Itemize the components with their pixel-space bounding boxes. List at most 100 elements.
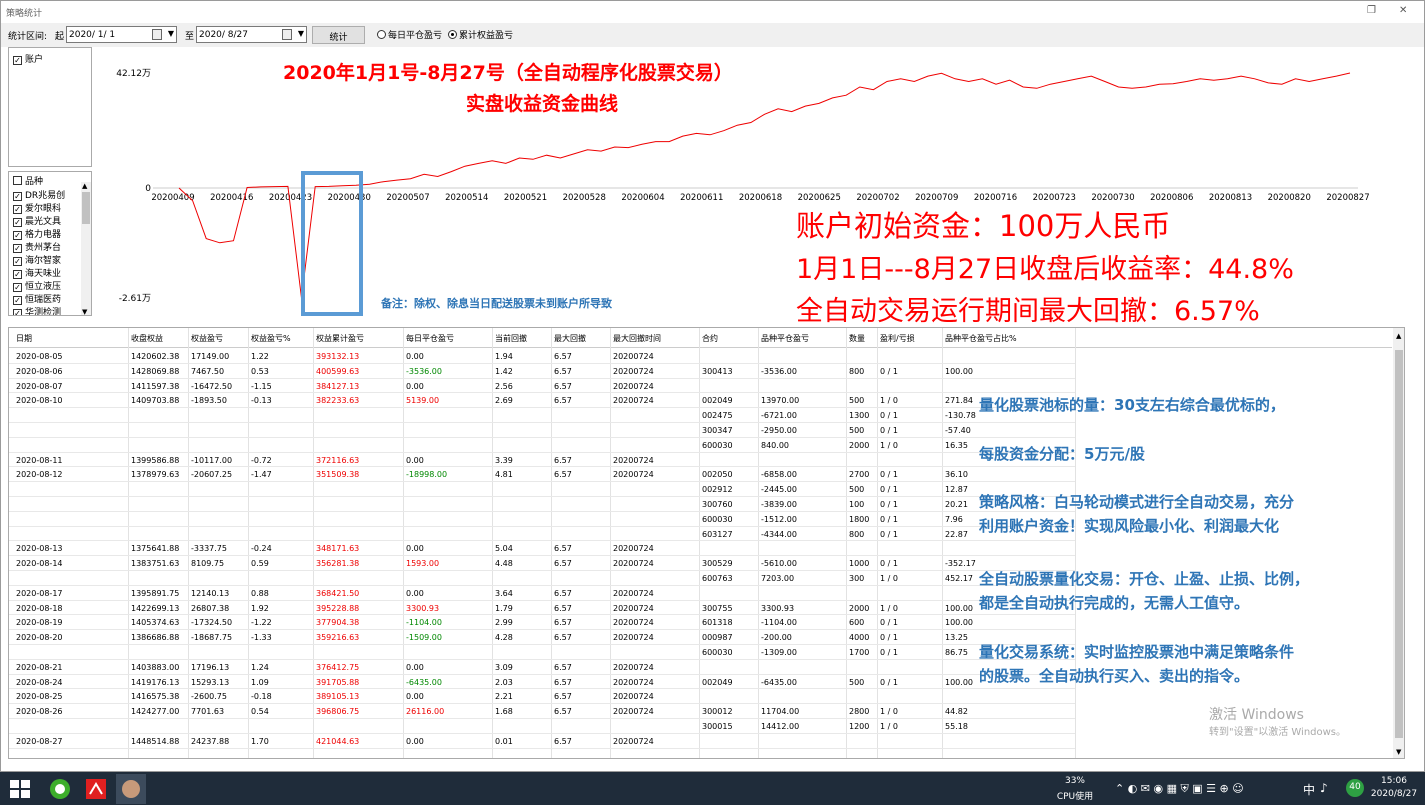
scroll-thumb[interactable] xyxy=(1395,350,1403,738)
column-header[interactable]: 品种平仓盈亏 xyxy=(761,333,809,344)
table-row[interactable]: 2020-08-20 1386686.88 -18687.75 -1.33 359216… xyxy=(9,630,1075,645)
table-row[interactable]: 2020-08-17 1395891.75 12140.13 0.88 368421.5… xyxy=(9,586,1075,601)
product-item[interactable]: ✓ 爱尔眼科 xyxy=(13,201,61,214)
column-header[interactable]: 权益盈亏 xyxy=(191,333,223,344)
notification-badge[interactable]: 40 xyxy=(1346,779,1364,797)
table-row[interactable]: 2020-08-14 1383751.63 8109.75 0.59 356281.38… xyxy=(9,556,1075,571)
table-cell: -4344.00 xyxy=(761,529,797,539)
column-header[interactable]: 合约 xyxy=(702,333,718,344)
checkbox-checked-icon[interactable]: ✓ xyxy=(13,244,22,253)
windows-start-icon[interactable] xyxy=(8,777,32,801)
table-row[interactable]: 2020-08-18 1422699.13 26807.38 1.92 395228.8… xyxy=(9,601,1075,616)
end-date-value: 2020/ 8/27 xyxy=(199,30,249,40)
product-item[interactable]: ✓ 恒立液压 xyxy=(13,279,61,292)
radio-cum-pnl[interactable]: 累计权益盈亏 xyxy=(448,28,513,41)
table-scrollbar[interactable]: ▲ ▼ xyxy=(1393,328,1404,758)
radio-daily-pnl[interactable]: 每日平仓盈亏 xyxy=(377,28,442,41)
checkbox-checked-icon[interactable]: ✓ xyxy=(13,231,22,240)
column-header[interactable]: 品种平仓盈亏占比% xyxy=(945,333,1017,344)
column-header[interactable]: 日期 xyxy=(16,333,32,344)
table-row[interactable]: 600030 840.00 2000 1 / 0 16.35 xyxy=(9,438,1075,453)
column-header[interactable]: 盈利/亏损 xyxy=(880,333,915,344)
checkbox-checked-icon[interactable]: ✓ xyxy=(13,283,22,292)
trading-app-icon[interactable] xyxy=(84,777,108,801)
table-row[interactable]: 2020-08-19 1405374.63 -17324.50 -1.22 377904… xyxy=(9,615,1075,630)
calendar-icon[interactable] xyxy=(152,29,162,40)
table-row[interactable]: 2020-08-12 1378979.63 -20607.25 -1.47 351509… xyxy=(9,467,1075,482)
column-header[interactable]: 最大回撤 xyxy=(554,333,586,344)
product-scrollbar[interactable]: ▲ ▼ xyxy=(81,182,91,315)
column-header[interactable]: 每日平仓盈亏 xyxy=(406,333,454,344)
end-date-picker[interactable]: 2020/ 8/27 ▼ xyxy=(196,26,307,43)
product-item[interactable]: ✓ 海天味业 xyxy=(13,266,61,279)
active-app-icon[interactable] xyxy=(116,774,146,804)
checkbox-checked-icon[interactable]: ✓ xyxy=(13,257,22,266)
column-header[interactable]: 权益盈亏% xyxy=(251,333,291,344)
checkbox-checked-icon[interactable]: ✓ xyxy=(13,270,22,279)
table-row[interactable]: 300347 -2950.00 500 0 / 1 -57.40 xyxy=(9,423,1075,438)
checkbox-checked-icon[interactable]: ✓ xyxy=(13,309,22,315)
account-item[interactable]: ✓ 账户 xyxy=(13,52,43,65)
table-cell: 368421.50 xyxy=(316,588,360,598)
column-header[interactable]: 收盘权益 xyxy=(131,333,163,344)
table-row[interactable]: 600030 -1309.00 1700 0 / 1 86.75 xyxy=(9,645,1075,660)
checkbox-checked-icon[interactable]: ✓ xyxy=(13,56,22,65)
checkbox-icon[interactable] xyxy=(13,176,22,185)
checkbox-checked-icon[interactable]: ✓ xyxy=(13,296,22,305)
table-row[interactable]: 2020-08-26 1424277.00 7701.63 0.54 396806.75… xyxy=(9,704,1075,719)
browser-icon[interactable] xyxy=(48,777,72,801)
table-row[interactable]: 2020-08-13 1375641.88 -3337.75 -0.24 348171.… xyxy=(9,541,1075,556)
table-cell: 2020-08-21 xyxy=(16,662,63,672)
column-header[interactable]: 当前回撤 xyxy=(495,333,527,344)
product-item[interactable]: ✓ 恒瑞医药 xyxy=(13,292,61,305)
scroll-up-icon[interactable]: ▲ xyxy=(82,182,87,190)
table-row[interactable]: 600030 -1512.00 1800 0 / 1 7.96 xyxy=(9,512,1075,527)
table-row[interactable]: 2020-08-24 1419176.13 15293.13 1.09 391705.8… xyxy=(9,675,1075,690)
column-header[interactable]: 数量 xyxy=(849,333,865,344)
table-row[interactable]: 2020-08-21 1403883.00 17196.13 1.24 376412.7… xyxy=(9,660,1075,675)
restore-icon[interactable]: ❐ xyxy=(1367,5,1376,16)
product-item[interactable]: ✓ DR兆易创 xyxy=(13,188,65,201)
product-item[interactable]: ✓ 海尔智家 xyxy=(13,253,61,266)
table-row[interactable]: 2020-08-05 1420602.38 17149.00 1.22 393132.1… xyxy=(9,349,1075,364)
close-icon[interactable]: ✕ xyxy=(1399,5,1407,16)
table-cell: 0 / 1 xyxy=(880,529,898,539)
table-row[interactable]: 2020-08-25 1416575.38 -2600.75 -0.18 389105.… xyxy=(9,689,1075,704)
table-row[interactable]: 2020-08-06 1428069.88 7467.50 0.53 400599.63… xyxy=(9,364,1075,379)
table-row[interactable]: 2020-08-10 1409703.88 -1893.50 -0.13 382233.… xyxy=(9,393,1075,408)
checkbox-checked-icon[interactable]: ✓ xyxy=(13,192,22,201)
product-item[interactable]: ✓ 格力电器 xyxy=(13,227,61,240)
chevron-down-icon[interactable]: ▼ xyxy=(168,29,174,38)
stat-button[interactable]: 统计 xyxy=(312,26,365,44)
table-row[interactable]: 300015 14412.00 1200 1 / 0 55.18 xyxy=(9,719,1075,734)
column-header[interactable]: 权益累计盈亏 xyxy=(316,333,364,344)
tray-icons[interactable]: ⌃ ◐ ✉ ◉ ▦ ⛨ ▣ ☰ ⊕ ☺ xyxy=(1115,782,1244,796)
table-row[interactable]: 002475 -6721.00 1300 0 / 1 -130.78 xyxy=(9,408,1075,423)
scroll-up-icon[interactable]: ▲ xyxy=(1396,332,1401,340)
product-item[interactable]: ✓ 华测检测 xyxy=(13,305,61,315)
checkbox-checked-icon[interactable]: ✓ xyxy=(13,205,22,214)
column-header[interactable]: 最大回撤时间 xyxy=(613,333,661,344)
checkbox-checked-icon[interactable]: ✓ xyxy=(13,218,22,227)
scroll-down-icon[interactable]: ▼ xyxy=(82,308,87,315)
table-row[interactable]: 2020-08-07 1411597.38 -16472.50 -1.15 384127… xyxy=(9,379,1075,394)
table-row[interactable]: 300760 -3839.00 100 0 / 1 20.21 xyxy=(9,497,1075,512)
table-row[interactable]: 2020-08-11 1399586.88 -10117.00 -0.72 372116… xyxy=(9,453,1075,468)
speaker-icon[interactable]: ♪ xyxy=(1320,781,1328,795)
table-row[interactable]: 002912 -2445.00 500 0 / 1 12.87 xyxy=(9,482,1075,497)
calendar-icon[interactable] xyxy=(282,29,292,40)
product-item[interactable]: ✓ 晨光文具 xyxy=(13,214,61,227)
product-header[interactable]: 品种 xyxy=(13,174,43,187)
table-cell: 6.57 xyxy=(554,559,572,569)
product-item[interactable]: ✓ 贵州茅台 xyxy=(13,240,61,253)
table-row[interactable]: 2020-08-27 1448514.88 24237.88 1.70 421044.6… xyxy=(9,734,1075,749)
table-row[interactable]: 600763 7203.00 300 1 / 0 452.17 xyxy=(9,571,1075,586)
window-title: 策略统计 xyxy=(6,9,43,19)
ime-indicator[interactable]: 中 xyxy=(1303,781,1315,798)
start-date-picker[interactable]: 2020/ 1/ 1 ▼ xyxy=(66,26,177,43)
scroll-down-icon[interactable]: ▼ xyxy=(1396,748,1401,756)
chevron-down-icon[interactable]: ▼ xyxy=(298,29,304,38)
scroll-thumb[interactable] xyxy=(82,192,90,224)
table-row[interactable]: 603127 -4344.00 800 0 / 1 22.87 xyxy=(9,527,1075,542)
table-cell: 1424277.00 xyxy=(131,707,180,717)
